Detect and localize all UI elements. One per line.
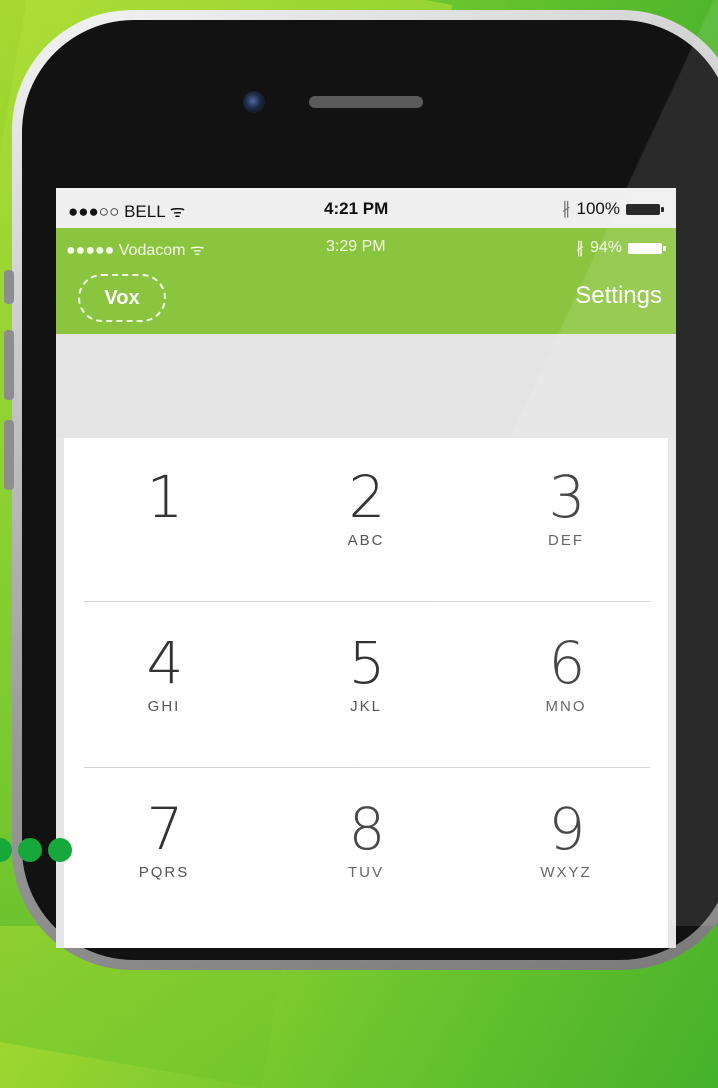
status-time: 4:21 PM bbox=[324, 199, 389, 218]
battery-percent: 100% bbox=[576, 199, 620, 218]
pagination-dots bbox=[0, 838, 72, 862]
key-digit: 5 bbox=[348, 629, 386, 697]
battery-icon bbox=[626, 203, 664, 215]
keypad-row: 4 GHI 5 JKL 6 MNO bbox=[64, 604, 668, 770]
key-letters: ABC bbox=[347, 532, 385, 549]
key-8[interactable]: 8 TUV bbox=[296, 800, 436, 910]
key-9[interactable]: 9 WXYZ bbox=[496, 800, 636, 910]
phone-screen: ●●●○○ BELL ᯤ 4:21 PM ∦ 100% ●●●●● Vodaco… bbox=[56, 188, 676, 948]
carrier-label: ●●●○○ BELL bbox=[68, 202, 166, 221]
status-time: 3:29 PM bbox=[326, 238, 386, 255]
volume-up-button bbox=[4, 330, 14, 400]
key-digit: 4 bbox=[146, 629, 184, 697]
key-digit: 6 bbox=[548, 629, 586, 697]
key-3[interactable]: 3 DEF bbox=[496, 468, 636, 578]
key-7[interactable]: 7 PQRS bbox=[94, 800, 234, 910]
key-6[interactable]: 6 MNO bbox=[496, 634, 636, 744]
keypad-row: 1 2 ABC 3 DEF bbox=[64, 438, 668, 604]
key-digit: 8 bbox=[348, 795, 386, 863]
key-2[interactable]: 2 ABC bbox=[296, 468, 436, 578]
key-5[interactable]: 5 JKL bbox=[296, 634, 436, 744]
vox-button[interactable]: Vox bbox=[78, 274, 166, 322]
dial-keypad: 1 2 ABC 3 DEF 4 GHI 5 JKL 6 MNO 7 PQRS 8… bbox=[64, 438, 668, 948]
dot-icon bbox=[48, 838, 72, 862]
key-letters: MNO bbox=[545, 698, 587, 715]
row-divider bbox=[84, 767, 650, 768]
volume-down-button bbox=[4, 420, 14, 490]
app-header: ●●●●● Vodacom ᯤ 3:29 PM ∦ 94% Vox Settin… bbox=[56, 228, 676, 334]
key-letters: WXYZ bbox=[540, 864, 592, 881]
key-1[interactable]: 1 bbox=[94, 468, 234, 578]
dot-icon bbox=[0, 838, 12, 862]
app-status-bar: ●●●●● Vodacom ᯤ 3:29 PM ∦ 94% bbox=[56, 238, 676, 260]
key-letters: DEF bbox=[548, 532, 584, 549]
row-divider bbox=[84, 601, 650, 602]
battery-icon bbox=[628, 242, 666, 254]
wifi-icon: ᯤ bbox=[169, 202, 186, 221]
key-digit: 9 bbox=[548, 795, 586, 863]
mute-switch bbox=[4, 270, 14, 304]
bluetooth-icon: ∦ bbox=[562, 199, 571, 218]
earpiece-speaker bbox=[309, 96, 423, 108]
key-digit: 7 bbox=[146, 795, 184, 863]
dot-icon bbox=[18, 838, 42, 862]
bluetooth-icon: ∦ bbox=[575, 240, 584, 257]
battery-percent: 94% bbox=[589, 239, 622, 256]
carrier-label: ●●●●● Vodacom bbox=[66, 242, 186, 259]
settings-button[interactable]: Settings bbox=[575, 282, 662, 310]
key-letters: PQRS bbox=[138, 864, 190, 881]
key-letters: GHI bbox=[147, 698, 181, 715]
key-digit: 3 bbox=[548, 463, 586, 531]
key-4[interactable]: 4 GHI bbox=[94, 634, 234, 744]
dial-display bbox=[56, 334, 676, 438]
wifi-icon: ᯤ bbox=[189, 242, 205, 259]
front-camera bbox=[243, 91, 265, 113]
key-digit: 1 bbox=[146, 463, 184, 531]
key-digit: 2 bbox=[348, 463, 386, 531]
key-letters: JKL bbox=[350, 698, 382, 715]
keypad-row: 7 PQRS 8 TUV 9 WXYZ bbox=[64, 770, 668, 936]
key-letters: TUV bbox=[348, 864, 384, 881]
device-status-bar: ●●●○○ BELL ᯤ 4:21 PM ∦ 100% bbox=[56, 188, 676, 228]
